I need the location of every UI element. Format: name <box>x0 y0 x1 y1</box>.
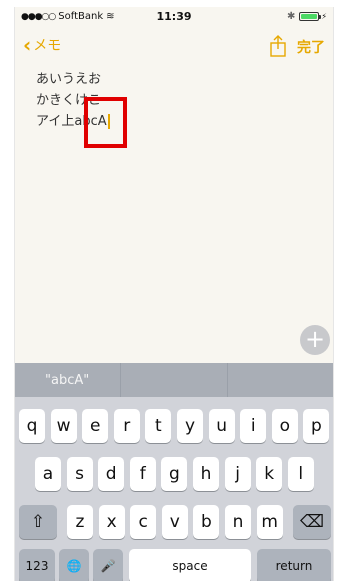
numbers-key[interactable]: 123 <box>19 549 55 581</box>
key-d[interactable]: d <box>98 457 125 491</box>
back-button[interactable]: ‹ メモ <box>23 35 61 55</box>
key-q[interactable]: q <box>19 409 45 443</box>
share-button[interactable] <box>269 35 287 61</box>
chevron-left-icon: ‹ <box>23 33 32 57</box>
note-line-3: アイ上abcA <box>36 111 110 132</box>
key-v[interactable]: v <box>161 505 188 539</box>
bluetooth-icon: ✱ <box>286 11 296 22</box>
add-button[interactable]: + <box>300 325 330 355</box>
charging-icon: ⚡ <box>321 12 327 21</box>
key-m[interactable]: m <box>256 505 283 539</box>
shift-key[interactable]: ⇧ <box>19 505 57 539</box>
key-r[interactable]: r <box>113 409 140 443</box>
text-caret <box>107 114 110 129</box>
battery-fill <box>301 14 318 19</box>
key-e[interactable]: e <box>82 409 109 443</box>
key-w[interactable]: w <box>50 409 77 443</box>
back-label: メモ <box>33 38 62 54</box>
note-line-1: あいうえお <box>36 72 102 87</box>
phone-screen: ●●●○○ SoftBank ≋ 11:39 ✱ ⚡ ‹ メモ 完了 あいうえお… <box>14 7 334 581</box>
key-t[interactable]: t <box>145 409 172 443</box>
note-text-area[interactable]: あいうえお かきくけこ アイ上abcA <box>36 69 110 132</box>
note-line-2: かきくけこ <box>36 93 102 108</box>
keyboard: "abcA" q w e r t y u i o p a s d f g h j k l ⇧ z x c v b n m ⌫ 123 🌐 🎤… <box>15 363 333 581</box>
globe-key[interactable]: 🌐 <box>59 549 89 581</box>
status-right: ✱ ⚡ <box>287 11 327 22</box>
suggestion-1[interactable]: "abcA" <box>15 363 122 397</box>
key-l[interactable]: l <box>287 457 314 491</box>
key-x[interactable]: x <box>98 505 125 539</box>
share-icon <box>270 35 286 57</box>
key-row-3: ⇧ z x c v b n m ⌫ <box>15 505 333 539</box>
key-b[interactable]: b <box>193 505 220 539</box>
nav-bar: ‹ メモ 完了 <box>15 29 333 63</box>
note-line-3-text: アイ上abcA <box>36 114 107 129</box>
key-u[interactable]: u <box>208 409 235 443</box>
suggestion-3[interactable] <box>228 363 333 397</box>
key-h[interactable]: h <box>193 457 219 491</box>
key-i[interactable]: i <box>240 409 267 443</box>
key-row-4: 123 🌐 🎤 space return <box>15 549 333 581</box>
status-bar: ●●●○○ SoftBank ≋ 11:39 ✱ ⚡ <box>15 7 333 27</box>
key-c[interactable]: c <box>130 505 157 539</box>
battery-icon <box>299 12 322 21</box>
suggestion-2[interactable] <box>121 363 228 397</box>
key-row-2: asdfghjkl <box>15 457 333 491</box>
key-k[interactable]: k <box>256 457 283 491</box>
key-n[interactable]: n <box>225 505 251 539</box>
suggestion-bar: "abcA" <box>15 363 333 397</box>
key-j[interactable]: j <box>224 457 251 491</box>
key-s[interactable]: s <box>66 457 93 491</box>
key-p[interactable]: p <box>303 409 330 443</box>
mic-key[interactable]: 🎤 <box>93 549 123 581</box>
key-y[interactable]: y <box>177 409 203 443</box>
space-key[interactable]: space <box>129 549 251 581</box>
delete-key[interactable]: ⌫ <box>293 505 331 539</box>
key-f[interactable]: f <box>129 457 156 491</box>
key-o[interactable]: o <box>271 409 298 443</box>
key-g[interactable]: g <box>161 457 188 491</box>
key-a[interactable]: a <box>35 457 61 491</box>
status-time: 11:39 <box>156 10 192 23</box>
key-z[interactable]: z <box>67 505 93 539</box>
done-button[interactable]: 完了 <box>297 37 325 57</box>
key-row-1: qwertyuiop <box>15 409 333 443</box>
return-key[interactable]: return <box>257 549 331 581</box>
